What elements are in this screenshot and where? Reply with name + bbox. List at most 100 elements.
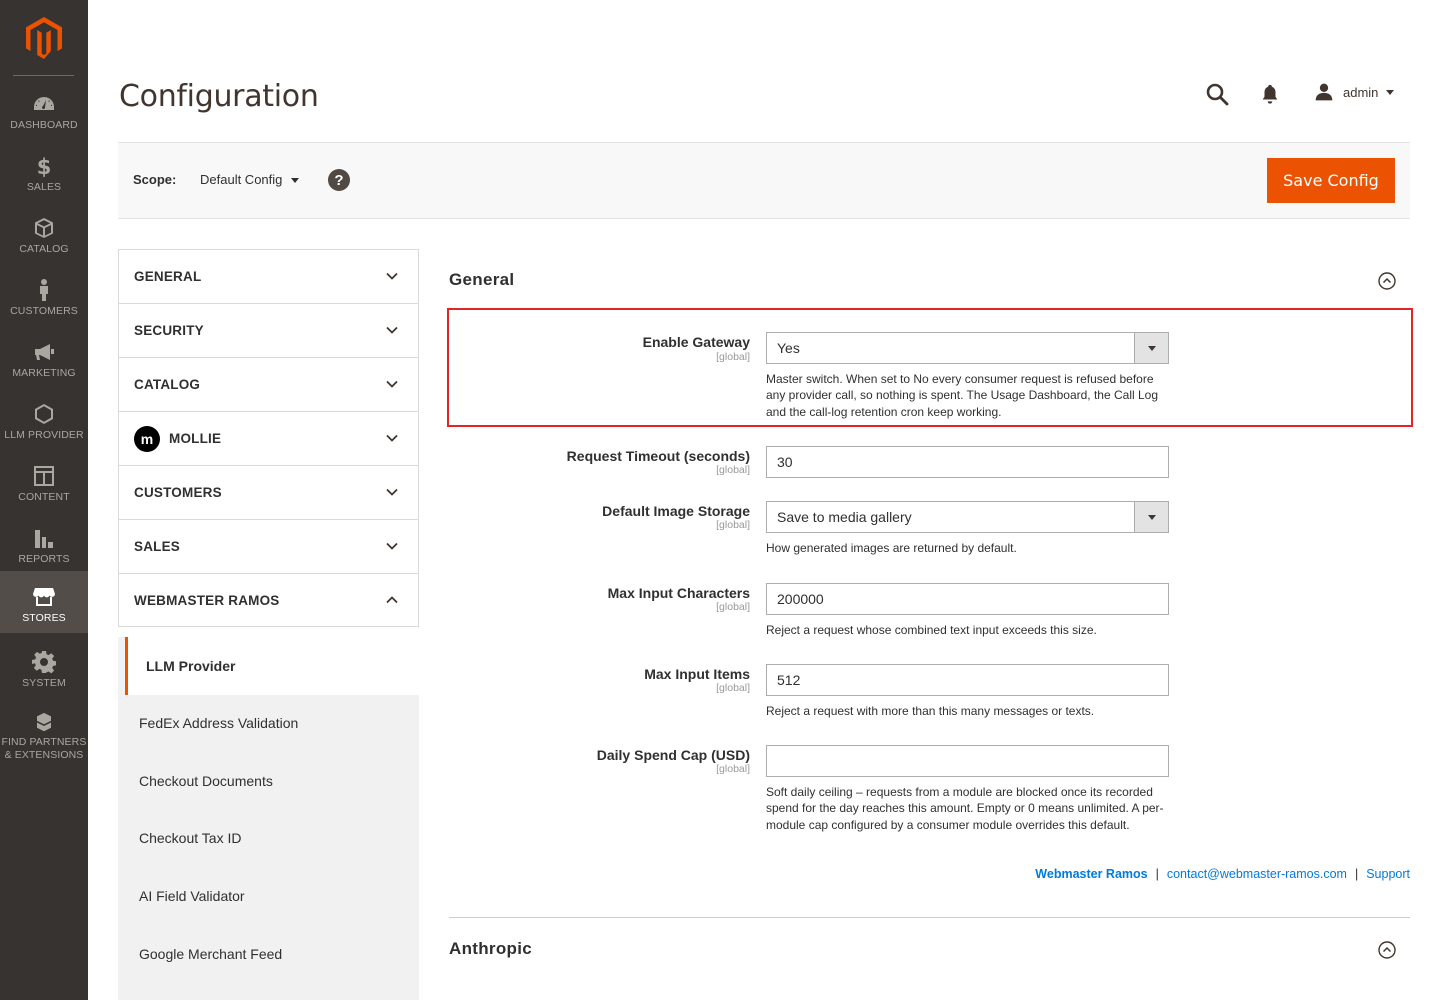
nav-dashboard[interactable]: DASHBOARD [0, 80, 88, 142]
subtab-checkout-documents[interactable]: Checkout Documents [118, 752, 419, 810]
link-separator: | [1354, 867, 1359, 881]
admin-username: admin [1343, 84, 1379, 100]
nav-marketing[interactable]: MARKETING [0, 328, 88, 390]
nav-catalog[interactable]: CATALOG [0, 204, 88, 266]
enable-gateway-select[interactable]: Yes [766, 332, 1169, 364]
magento-logo-icon [26, 17, 62, 59]
search-icon [1206, 83, 1229, 106]
max-input-items-scope: [global] [716, 682, 750, 694]
email-link[interactable]: contact@webmaster-ramos.com [1167, 867, 1347, 881]
dollar-icon: $ [37, 155, 52, 178]
max-input-characters-label: Max Input Characters [607, 585, 750, 601]
subtab-google-merchant-feed[interactable]: Google Merchant Feed [118, 925, 419, 983]
max-input-characters-scope: [global] [716, 601, 750, 613]
megaphone-icon [35, 344, 54, 360]
scope-value: Default Config [200, 172, 283, 187]
admin-user-menu[interactable]: admin [1314, 82, 1395, 102]
scope-bar: Scope: Default Config ? Save Config [118, 142, 1410, 219]
magento-logo[interactable] [0, 0, 88, 76]
nav-label: LLM PROVIDER [4, 429, 84, 441]
gear-icon [32, 651, 56, 674]
max-input-items-input[interactable]: 512 [766, 664, 1169, 696]
section-general-title[interactable]: General [449, 270, 514, 290]
section-anthropic-title[interactable]: Anthropic [449, 939, 532, 959]
support-link[interactable]: Support [1366, 867, 1410, 881]
tab-mollie[interactable]: m MOLLIE [118, 411, 419, 465]
nav-label: SYSTEM [22, 677, 66, 689]
collapse-up-icon[interactable] [1378, 272, 1396, 290]
webmaster-ramos-subtabs: LLM Provider FedEx Address Validation Ch… [118, 637, 419, 1000]
tab-security[interactable]: SECURITY [118, 303, 419, 357]
nav-label: CONTENT [18, 491, 70, 503]
chevron-down-icon [386, 326, 398, 334]
chevron-down-icon [1134, 333, 1168, 363]
svg-text:$: $ [37, 155, 52, 178]
tab-label: MOLLIE [169, 431, 222, 446]
section-divider [449, 917, 1410, 918]
enable-gateway-scope: [global] [716, 351, 750, 363]
default-image-storage-note: How generated images are returned by def… [766, 541, 1017, 555]
layout-icon [34, 466, 54, 486]
enable-gateway-label: Enable Gateway [642, 334, 750, 350]
daily-spend-cap-note: Soft daily ceiling – requests from a mod… [766, 785, 1164, 832]
hexagon-icon [35, 404, 53, 424]
vendor-link[interactable]: Webmaster Ramos [1035, 867, 1147, 881]
nav-label: MARKETING [12, 367, 76, 379]
enable-gateway-note: Master switch. When set to No every cons… [766, 372, 1159, 419]
vendor-links: Webmaster Ramos | contact@webmaster-ramo… [1035, 867, 1410, 881]
bar-chart-icon [35, 530, 53, 548]
nav-label: FIND PARTNERS & EXTENSIONS [1, 736, 87, 761]
subtab-fedex-address-validation[interactable]: FedEx Address Validation [118, 694, 419, 752]
nav-stores[interactable]: STORES [0, 571, 88, 633]
tab-label: SECURITY [134, 323, 204, 338]
tab-sales[interactable]: SALES [118, 519, 419, 573]
config-tabs: GENERAL SECURITY CATALOG m MOLLIE CUSTOM… [118, 249, 419, 627]
person-icon [40, 279, 48, 301]
default-image-storage-label: Default Image Storage [602, 503, 750, 519]
tab-label: CUSTOMERS [134, 485, 222, 500]
default-image-storage-value: Save to media gallery [777, 509, 912, 525]
save-config-button[interactable]: Save Config [1267, 158, 1395, 203]
link-separator: | [1155, 867, 1159, 881]
nav-reports[interactable]: REPORTS [0, 514, 88, 576]
request-timeout-input[interactable]: 30 [766, 446, 1169, 478]
notifications-button[interactable] [1259, 83, 1281, 105]
chevron-down-icon [386, 434, 398, 442]
nav-find-partners[interactable]: FIND PARTNERS & EXTENSIONS [0, 700, 88, 762]
chevron-down-icon [386, 272, 398, 280]
subtab-llm-provider[interactable]: LLM Provider [125, 637, 419, 695]
dashboard-icon [34, 97, 54, 110]
bell-icon [1262, 84, 1278, 104]
daily-spend-cap-input[interactable] [766, 745, 1169, 777]
tab-label: CATALOG [134, 377, 201, 392]
subtab-ai-field-validator[interactable]: AI Field Validator [118, 867, 419, 925]
scope-help-icon[interactable]: ? [328, 169, 350, 191]
max-input-items-label: Max Input Items [644, 666, 750, 682]
tab-customers[interactable]: CUSTOMERS [118, 465, 419, 519]
chevron-down-icon [1386, 89, 1395, 95]
tab-catalog[interactable]: CATALOG [118, 357, 419, 411]
chevron-down-icon [1134, 502, 1168, 532]
request-timeout-label: Request Timeout (seconds) [566, 448, 750, 464]
collapse-up-icon[interactable] [1378, 941, 1396, 959]
nav-content[interactable]: CONTENT [0, 452, 88, 514]
nav-label: CATALOG [19, 243, 69, 255]
nav-system[interactable]: SYSTEM [0, 638, 88, 700]
subtab-checkout-tax-id[interactable]: Checkout Tax ID [118, 809, 419, 867]
scope-switcher[interactable]: Default Config [200, 172, 300, 187]
global-search-button[interactable] [1205, 82, 1229, 106]
request-timeout-scope: [global] [716, 464, 750, 476]
admin-sidebar: DASHBOARD $ SALES CATALOG CUSTOMERS MARK… [0, 0, 88, 1000]
nav-llm-provider[interactable]: LLM PROVIDER [0, 390, 88, 452]
default-image-storage-scope: [global] [716, 519, 750, 531]
nav-sales[interactable]: $ SALES [0, 142, 88, 204]
default-image-storage-select[interactable]: Save to media gallery [766, 501, 1169, 533]
max-input-characters-input[interactable]: 200000 [766, 583, 1169, 615]
nav-label: CUSTOMERS [10, 305, 78, 317]
chevron-up-icon [386, 596, 398, 604]
tab-label: GENERAL [134, 269, 202, 284]
tab-webmaster-ramos[interactable]: WEBMASTER RAMOS [118, 573, 419, 627]
nav-customers[interactable]: CUSTOMERS [0, 266, 88, 328]
daily-spend-cap-label: Daily Spend Cap (USD) [596, 747, 750, 763]
tab-general[interactable]: GENERAL [118, 249, 419, 303]
